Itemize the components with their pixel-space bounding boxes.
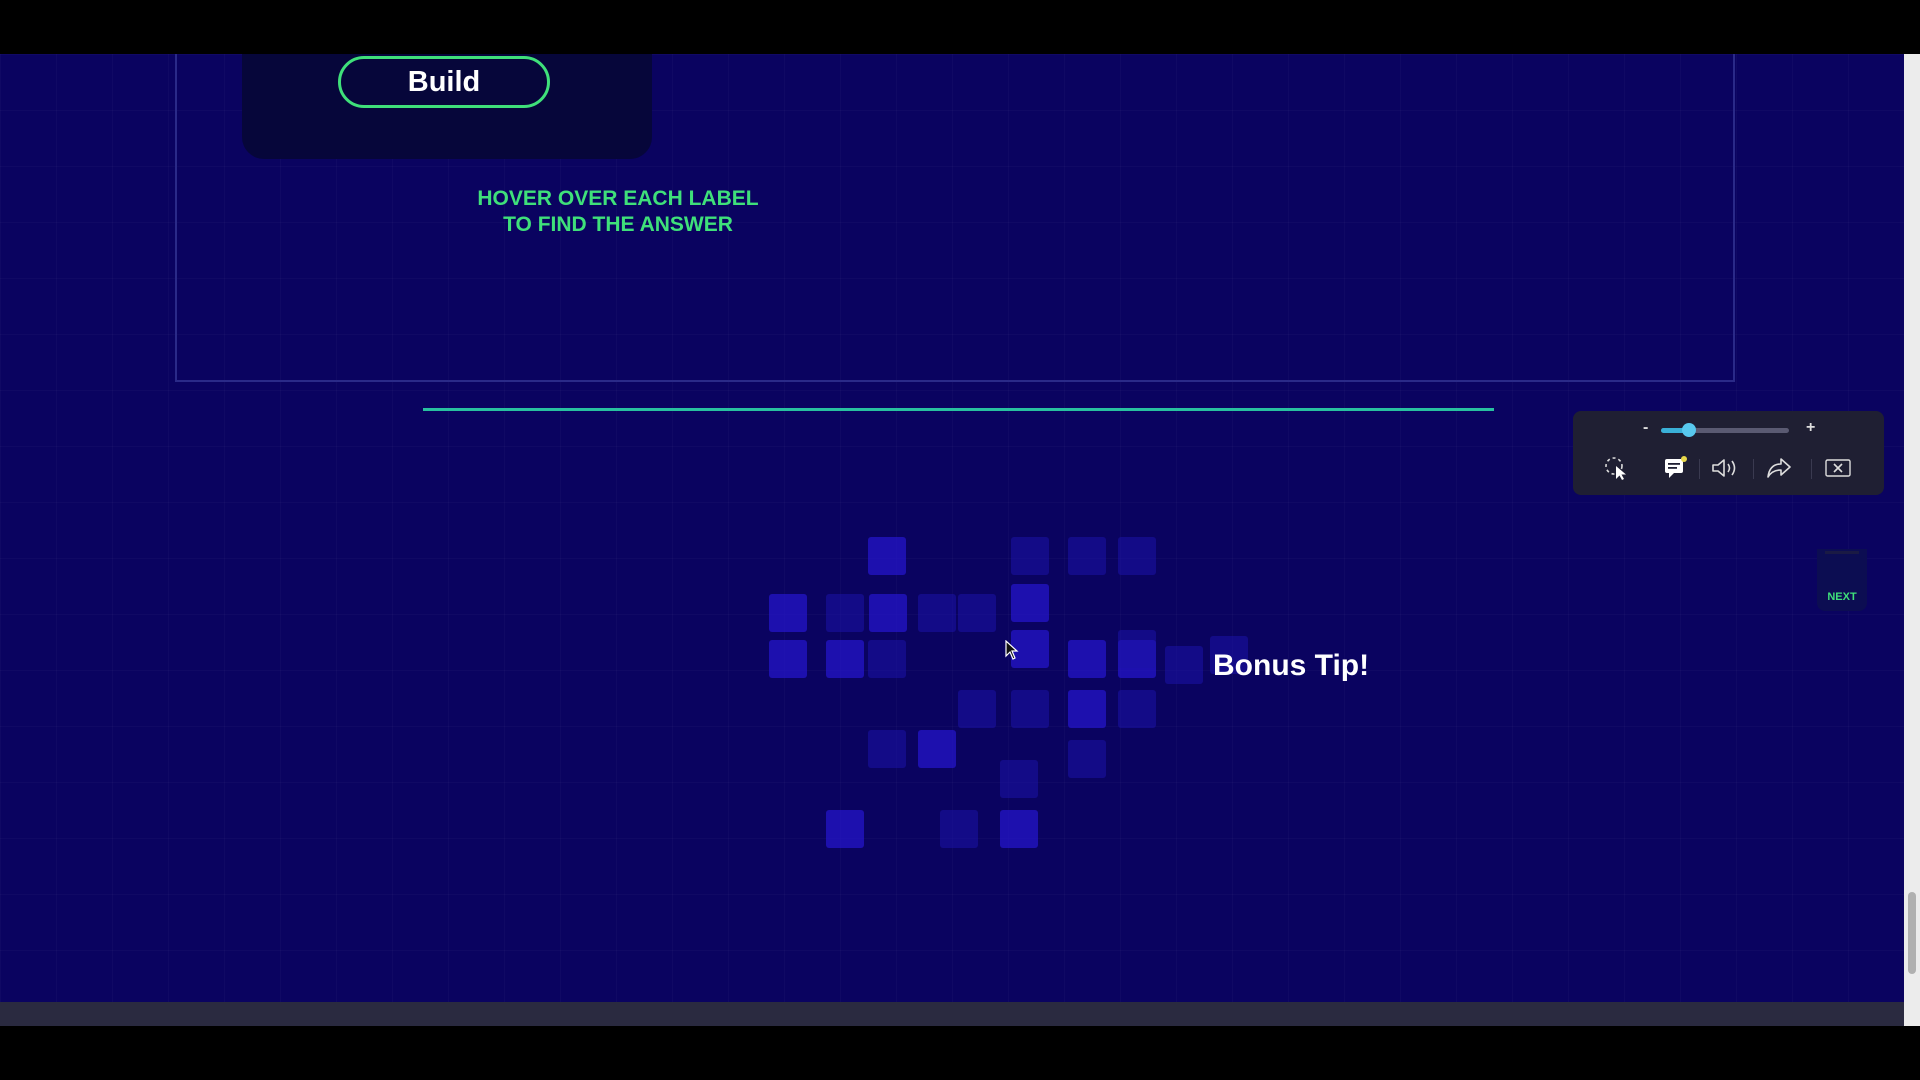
zoom-in-button[interactable]: + [1806,419,1815,437]
page-scrollbar[interactable] [1904,54,1920,1026]
exit-fullscreen-icon [1825,459,1851,477]
exit-fullscreen-button[interactable] [1821,453,1855,483]
toolbar-separator [1811,459,1812,479]
page-scrollbar-thumb[interactable] [1908,892,1916,974]
share-button[interactable] [1762,453,1796,483]
footer-band [0,1002,1904,1026]
next-label: NEXT [1827,591,1857,603]
mouse-cursor-icon [1005,640,1019,660]
audio-icon [1712,459,1736,477]
audio-button[interactable] [1708,453,1742,483]
zoom-slider[interactable] [1661,423,1789,437]
section-divider [423,408,1494,411]
zoom-out-button[interactable]: - [1643,419,1648,437]
toolbar-separator [1753,459,1754,479]
hover-instruction-line-1: HOVER OVER EACH LABEL [477,187,759,210]
next-tab-bar [1825,551,1859,554]
lesson-viewport: Build HOVER OVER EACH LABEL TO FIND THE … [0,54,1904,1026]
pointer-select-button[interactable] [1600,453,1634,483]
player-toolbar: - + [1573,411,1884,495]
captions-button[interactable] [1659,453,1693,483]
hover-instruction: HOVER OVER EACH LABEL TO FIND THE ANSWER [438,186,798,238]
bonus-tip-title: Bonus Tip! [1213,649,1370,682]
hover-instruction-line-2: TO FIND THE ANSWER [503,213,733,236]
pointer-select-icon [1605,457,1626,480]
build-button[interactable]: Build [338,56,550,108]
next-button[interactable]: NEXT [1817,549,1867,611]
caption-icon [1665,456,1687,478]
share-icon [1767,458,1791,478]
toolbar-separator [1699,459,1700,479]
zoom-slider-thumb[interactable] [1682,423,1697,437]
build-panel: Build [242,54,652,159]
